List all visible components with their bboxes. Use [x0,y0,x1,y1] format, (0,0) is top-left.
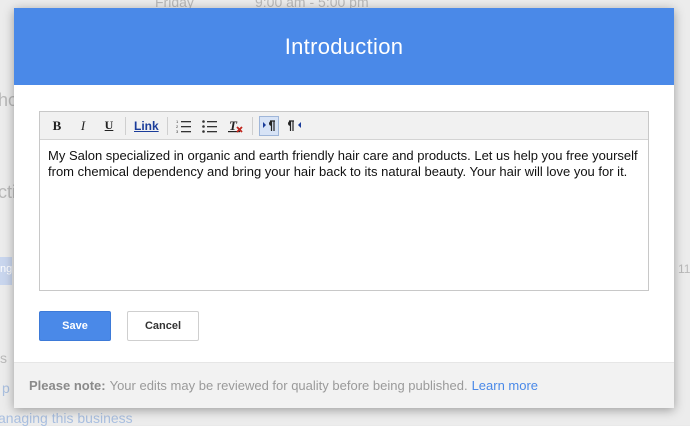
bg-fragment: ng [0,263,13,275]
bg-fragment: p [2,380,10,396]
cancel-button[interactable]: Cancel [127,311,199,341]
numbered-list-icon[interactable]: 1 2 3 [174,116,194,136]
rich-text-editor: B I U Link 1 2 3 T My Salon specialized … [39,111,649,291]
toolbar-divider [125,116,126,135]
bulleted-list-icon[interactable] [200,116,220,136]
dialog-title: Introduction [284,33,404,59]
ltr-direction-icon[interactable] [258,115,279,136]
underline-button[interactable]: U [99,116,119,136]
editor-toolbar: B I U Link 1 2 3 T [40,112,648,140]
dialog-header: Introduction [14,8,674,85]
introduction-text-area[interactable]: My Salon specialized in organic and eart… [40,140,648,188]
svg-text:T: T [229,118,238,133]
toolbar-divider [251,116,253,135]
dialog-footer: Please note: Your edits may be reviewed … [14,362,674,408]
note-label: Please note: [29,378,106,393]
introduction-dialog: Introduction B I U Link 1 2 3 T My Salon… [14,8,674,408]
bg-fragment: 11 [678,262,690,276]
bg-manage-link: anaging this business [0,410,133,426]
link-button[interactable]: Link [132,116,161,136]
remove-format-icon[interactable]: T [226,116,246,136]
bold-button[interactable]: B [47,116,67,136]
bg-fragment: s [0,350,7,366]
learn-more-link[interactable]: Learn more [472,378,538,393]
rtl-direction-icon[interactable] [285,116,305,136]
save-button[interactable]: Save [39,311,111,341]
toolbar-divider [166,116,168,135]
italic-button[interactable]: I [73,116,93,136]
svg-text:3: 3 [176,129,179,133]
note-text: Your edits may be reviewed for quality b… [109,378,468,393]
